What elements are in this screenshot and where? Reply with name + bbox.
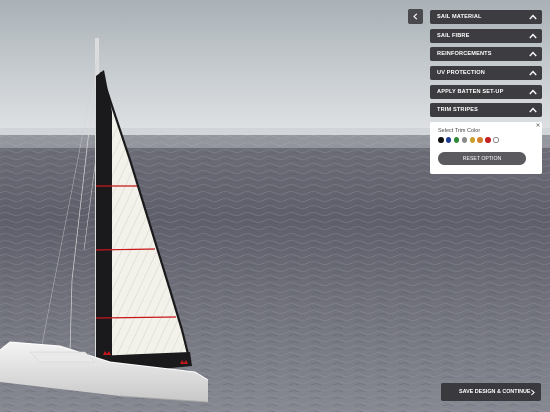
- close-icon[interactable]: [536, 123, 540, 127]
- collapse-panel-button[interactable]: [408, 9, 423, 24]
- accordion-label: UV PROTECTION: [437, 70, 485, 77]
- reset-option-label: RESET OPTION: [462, 155, 502, 162]
- reset-option-button[interactable]: RESET OPTION: [438, 152, 526, 165]
- options-panel: SAIL MATERIAL SAIL FIBRE REINFORCEMENTS …: [430, 10, 542, 122]
- chevron-up-icon: [528, 106, 537, 115]
- accordion-label: APPLY BATTEN SET-UP: [437, 88, 504, 95]
- accordion-sail-material[interactable]: SAIL MATERIAL: [430, 10, 542, 24]
- accordion-sail-fibre[interactable]: SAIL FIBRE: [430, 28, 542, 43]
- color-swatch[interactable]: [477, 137, 483, 143]
- color-swatch[interactable]: [461, 137, 468, 143]
- chevron-up-icon: [528, 87, 537, 96]
- chevron-up-icon: [528, 31, 537, 40]
- color-swatch[interactable]: [485, 137, 491, 143]
- save-design-continue-label: SAVE DESIGN & CONTINUE: [459, 389, 531, 395]
- chevron-left-icon: [413, 13, 418, 20]
- trim-stripes-panel: Select Trim Color RESET OPTION: [430, 122, 542, 174]
- accordion-trim-stripes[interactable]: TRIM STRIPES: [430, 103, 542, 118]
- chevron-right-icon: [531, 389, 536, 395]
- color-swatch[interactable]: [469, 137, 476, 143]
- color-swatch[interactable]: [493, 137, 499, 143]
- color-swatch[interactable]: [453, 137, 460, 143]
- accordion-batten-setup[interactable]: APPLY BATTEN SET-UP: [430, 84, 542, 99]
- accordion-label: REINFORCEMENTS: [437, 51, 492, 58]
- save-design-continue-button[interactable]: SAVE DESIGN & CONTINUE: [441, 383, 541, 401]
- chevron-up-icon: [528, 69, 537, 78]
- chevron-up-icon: [528, 13, 537, 22]
- trim-color-label: Select Trim Color: [438, 128, 481, 134]
- trim-color-swatches: [438, 137, 499, 143]
- color-swatch[interactable]: [438, 137, 444, 143]
- color-swatch[interactable]: [445, 137, 452, 143]
- accordion-label: TRIM STRIPES: [437, 107, 478, 114]
- accordion-reinforcements[interactable]: REINFORCEMENTS: [430, 47, 542, 62]
- accordion-uv-protection[interactable]: UV PROTECTION: [430, 66, 542, 81]
- chevron-up-icon: [528, 50, 537, 59]
- accordion-label: SAIL FIBRE: [437, 32, 470, 39]
- accordion-label: SAIL MATERIAL: [437, 14, 482, 20]
